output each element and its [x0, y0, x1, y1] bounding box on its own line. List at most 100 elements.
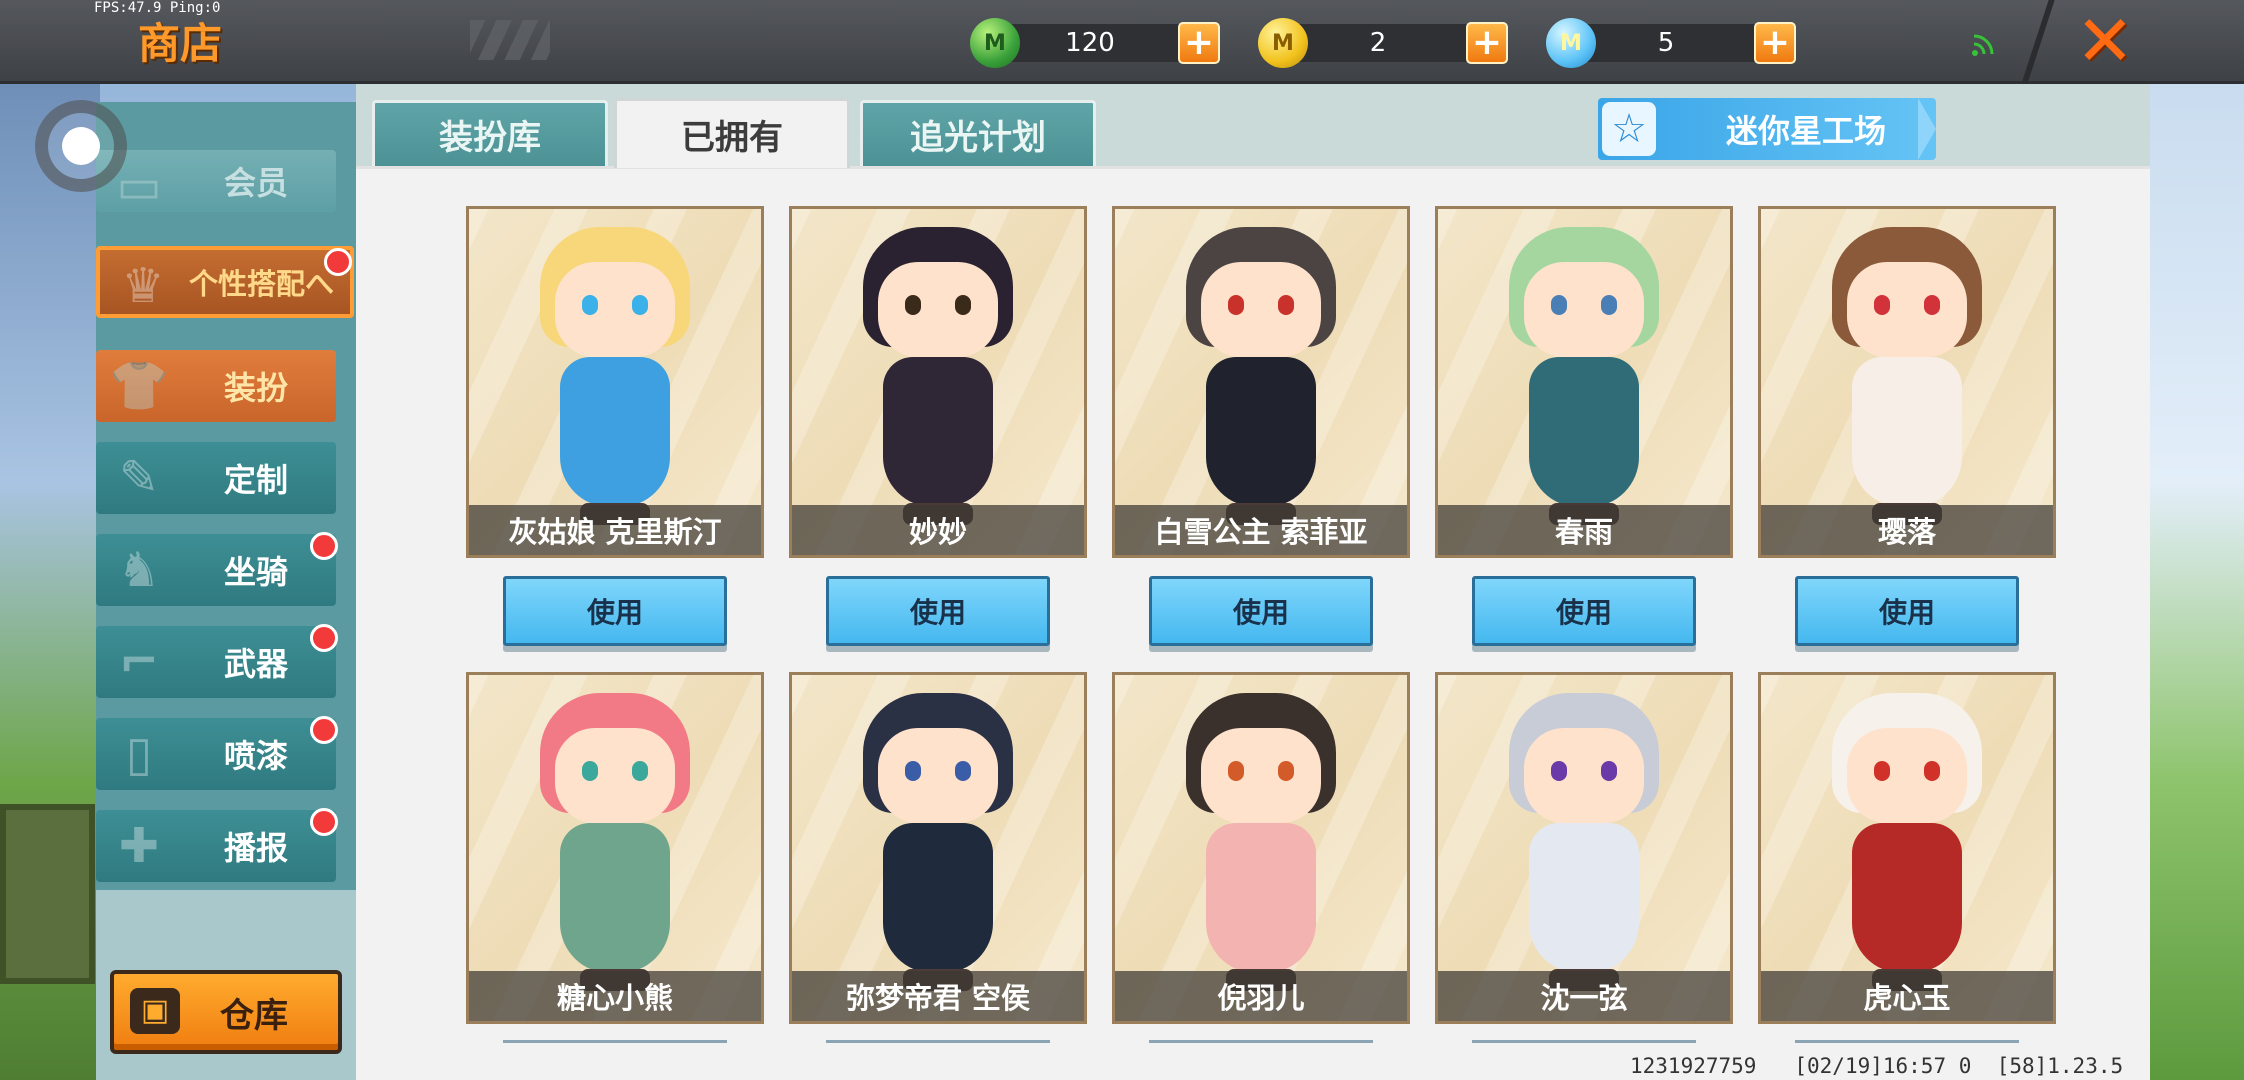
use-button[interactable]: 使用 [1472, 576, 1696, 646]
sidebar-item-member[interactable]: ▭ 会员 [96, 150, 336, 214]
currency-gold: M 2 + [1258, 18, 1508, 68]
use-button-edge [826, 1040, 1050, 1043]
background-left [0, 84, 100, 1080]
block-decoration [0, 804, 95, 984]
sidebar-item-label: 坐骑 [223, 553, 288, 591]
version: [58]1.23.5 [1996, 1054, 2124, 1078]
close-button[interactable]: ✕ [2075, 6, 2135, 76]
outfit-name: 春雨 [1438, 505, 1730, 555]
character-face [1201, 728, 1321, 823]
use-button[interactable]: 使用 [826, 576, 1050, 646]
outfit-name: 璎落 [1761, 505, 2053, 555]
add-green-currency-button[interactable]: + [1178, 22, 1220, 64]
timestamp: [02/19]16:57 0 [1794, 1054, 1972, 1078]
add-gold-currency-button[interactable]: + [1466, 22, 1508, 64]
sidebar-item-personal-match[interactable]: ♛ 个性搭配へ [96, 246, 354, 318]
character-figure [1489, 227, 1679, 537]
outfit-card[interactable]: 璎落 [1758, 206, 2056, 558]
sidebar-item-spray[interactable]: ▯ 喷漆 [96, 716, 338, 790]
mount-icon: ♞ [117, 542, 161, 598]
character-eye [1924, 295, 1940, 315]
tab-owned[interactable]: 已拥有 [614, 98, 850, 168]
spray-can-icon: ▯ [125, 726, 153, 782]
character-figure [1812, 693, 2002, 1003]
chest-icon: ▣ [130, 988, 180, 1034]
character-eye [582, 295, 598, 315]
use-button[interactable]: 使用 [503, 576, 727, 646]
sidebar-item-outfit[interactable]: 👕 装扮 [96, 350, 336, 422]
sidebar-item-weapon[interactable]: ⌐ 武器 [96, 624, 338, 698]
notification-badge [310, 624, 338, 652]
character-body [1852, 823, 1962, 973]
character-eye [905, 761, 921, 781]
character-body [883, 357, 993, 507]
sidebar-item-customize[interactable]: ✎ 定制 [96, 442, 336, 514]
character-figure [843, 693, 1033, 1003]
outfit-card[interactable]: 虎心玉 [1758, 672, 2056, 1024]
character-face [555, 262, 675, 357]
character-figure [520, 227, 710, 537]
character-face [1524, 728, 1644, 823]
outfit-card[interactable]: 糖心小熊 [466, 672, 764, 1024]
currency-amount: 2 [1369, 28, 1387, 58]
character-eye [1278, 761, 1294, 781]
shirt-icon: 👕 [109, 358, 169, 414]
floating-joystick-button[interactable] [35, 100, 127, 192]
notification-badge [324, 248, 352, 276]
trophy-icon: ♛ [121, 258, 165, 314]
decorative-stripes [470, 20, 550, 60]
gun-icon: ⌐ [118, 634, 160, 690]
character-eye [632, 295, 648, 315]
use-button[interactable]: 使用 [1795, 576, 2019, 646]
signal-icon [1972, 34, 1994, 56]
character-figure [843, 227, 1033, 537]
outfit-card[interactable]: 倪羽儿 [1112, 672, 1410, 1024]
character-body [1206, 823, 1316, 973]
character-body [1529, 357, 1639, 507]
character-figure [1166, 693, 1356, 1003]
mini-star-workshop-button[interactable]: ☆ 迷你星工场 [1598, 98, 1936, 160]
blue-coin-icon: M [1546, 18, 1596, 68]
outfit-card[interactable]: 灰姑娘 克里斯汀 [466, 206, 764, 558]
character-body [1206, 357, 1316, 507]
add-blue-currency-button[interactable]: + [1754, 22, 1796, 64]
character-eye [1551, 761, 1567, 781]
character-eye [1228, 295, 1244, 315]
sidebar-item-broadcast[interactable]: ✚ 播报 [96, 808, 338, 882]
character-face [1847, 262, 1967, 357]
character-eye [582, 761, 598, 781]
header-divider [2021, 0, 2055, 84]
tab-outfit-library[interactable]: 装扮库 [372, 100, 608, 166]
arrow-decoration [1918, 98, 1936, 160]
outfit-card[interactable]: 春雨 [1435, 206, 1733, 558]
character-body [560, 823, 670, 973]
outfit-card[interactable]: 沈一弦 [1435, 672, 1733, 1024]
currency-amount: 5 [1657, 28, 1675, 58]
broadcast-icon: ✚ [118, 818, 160, 874]
use-button-edge [1795, 1040, 2019, 1043]
outfit-name: 白雪公主 索菲亚 [1115, 505, 1407, 555]
sidebar-item-label: 定制 [223, 461, 288, 499]
page-title: 商店 [138, 19, 223, 68]
outfit-card[interactable]: 白雪公主 索菲亚 [1112, 206, 1410, 558]
warehouse-button[interactable]: ▣ 仓库 [110, 970, 342, 1054]
star-icon: ☆ [1602, 102, 1656, 156]
tab-chase-light-plan[interactable]: 追光计划 [860, 100, 1096, 166]
background-right [2148, 84, 2244, 1080]
top-bar: FPS:47.9 Ping:0 商店 M 120 + M 2 + M 5 + ✕ [0, 0, 2244, 84]
character-body [1529, 823, 1639, 973]
use-button-edge [1472, 1040, 1696, 1043]
notification-badge [310, 716, 338, 744]
character-eye [905, 295, 921, 315]
character-body [883, 823, 993, 973]
outfit-card[interactable]: 弥梦帝君 空侯 [789, 672, 1087, 1024]
sidebar-item-mount[interactable]: ♞ 坐骑 [96, 532, 338, 606]
outfit-card[interactable]: 妙妙 [789, 206, 1087, 558]
use-button[interactable]: 使用 [1149, 576, 1373, 646]
sidebar-item-label: 会员 [223, 164, 288, 202]
joystick-dot [62, 127, 100, 165]
sidebar-item-label: 喷漆 [223, 737, 288, 775]
sidebar-item-label: 装扮 [223, 369, 288, 407]
character-face [1524, 262, 1644, 357]
sidebar-item-label: 播报 [223, 829, 288, 867]
